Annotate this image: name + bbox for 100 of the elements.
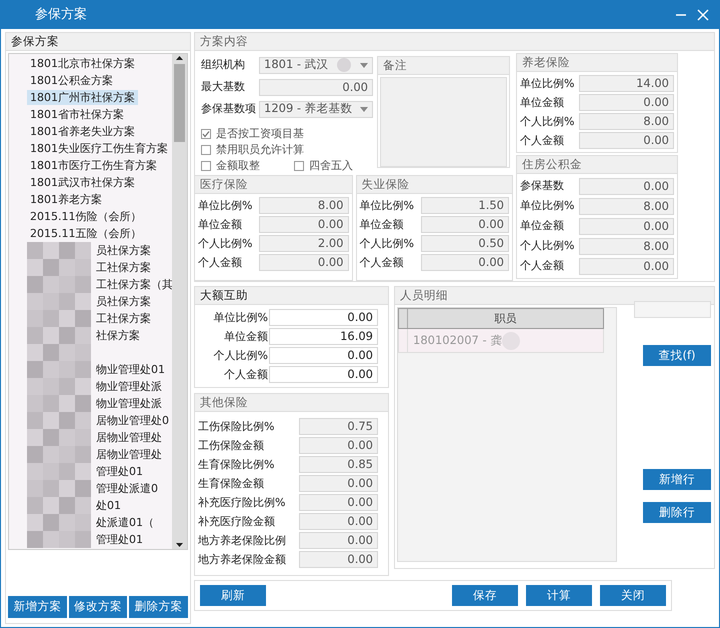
field-label: 单位比例% xyxy=(520,199,576,213)
field-label: 补充医疗险金额 xyxy=(198,514,276,528)
scrollbar[interactable] xyxy=(172,54,187,549)
list-item[interactable]: 居物业管理处0 xyxy=(93,412,172,428)
list-item[interactable]: 物业管理处派 xyxy=(93,396,165,412)
action-button[interactable]: 计算 xyxy=(526,585,592,606)
field-label: 单位金额 xyxy=(520,96,565,110)
list-item[interactable]: 1801公积金方案 xyxy=(27,72,116,88)
list-item[interactable]: 1801省市社保方案 xyxy=(27,106,127,122)
checkbox-label: 四舍五入 xyxy=(309,159,353,173)
action-button[interactable]: 刷新 xyxy=(200,585,266,606)
number-field[interactable]: 0.00 xyxy=(299,532,378,549)
number-field[interactable]: 0.00 xyxy=(269,309,378,326)
dropdown[interactable]: 1801 - 武汉 xyxy=(259,56,373,74)
field-label: 单位金额 xyxy=(360,218,404,232)
number-field[interactable]: 1.50 xyxy=(420,197,509,214)
number-field[interactable]: 0.00 xyxy=(299,551,378,568)
field-label: 个人比例% xyxy=(212,348,268,362)
number-field[interactable]: 14.00 xyxy=(579,75,674,92)
field-label: 个人金额 xyxy=(520,134,565,148)
checkbox[interactable] xyxy=(201,129,211,139)
list-item[interactable]: 社保方案 xyxy=(93,328,143,344)
action-button[interactable]: 新增行 xyxy=(643,469,711,490)
list-item[interactable]: 员社保方案 xyxy=(93,242,154,258)
checkbox[interactable] xyxy=(201,161,211,171)
action-button[interactable]: 删除方案 xyxy=(129,596,188,618)
field-label: 参保基数项 xyxy=(201,102,257,116)
checkbox[interactable] xyxy=(201,145,211,155)
number-field[interactable]: 0.00 xyxy=(269,366,378,383)
number-field[interactable]: 0.85 xyxy=(299,456,378,473)
number-field[interactable]: 0.00 xyxy=(579,132,674,149)
action-button[interactable]: 查找(f) xyxy=(643,345,711,366)
field-label: 单位比例% xyxy=(360,198,415,212)
list-item[interactable]: 管理处派遣0 xyxy=(93,480,161,496)
number-field[interactable]: 0.00 xyxy=(579,218,674,234)
number-field[interactable]: 2.00 xyxy=(259,235,348,252)
list-item[interactable]: 物业管理处01 xyxy=(93,362,168,378)
table-cell: 180102007 - 龚 xyxy=(413,334,502,348)
number-field[interactable]: 0.00 xyxy=(269,347,378,364)
search-field[interactable] xyxy=(634,301,711,318)
number-field[interactable]: 0.75 xyxy=(299,418,378,435)
number-field[interactable]: 8.00 xyxy=(579,198,674,214)
number-field[interactable]: 8.00 xyxy=(579,238,674,254)
list-item[interactable]: 1801失业医疗工伤生育方案 xyxy=(27,140,171,156)
number-field[interactable]: 0.00 xyxy=(299,494,378,511)
action-button[interactable]: 关闭 xyxy=(600,585,666,606)
blurred-area xyxy=(337,58,352,72)
caret-icon xyxy=(360,62,368,68)
list-item[interactable]: 1801省养老失业方案 xyxy=(27,124,138,140)
number-field[interactable]: 0.00 xyxy=(299,475,378,492)
action-button[interactable]: 修改方案 xyxy=(68,596,128,618)
checkbox-label: 金额取整 xyxy=(216,159,260,173)
number-field[interactable]: 0.00 xyxy=(299,513,378,530)
list-item[interactable]: 1801市医疗工伤生育方案 xyxy=(27,158,160,174)
action-button[interactable]: 新增方案 xyxy=(8,596,67,618)
number-field[interactable]: 0.00 xyxy=(579,178,674,194)
list-item[interactable]: 2015.11五险（会所） xyxy=(27,226,144,242)
list-item[interactable]: 管理处01 xyxy=(93,532,146,548)
list-item[interactable]: 2015.11伤险（会所） xyxy=(27,208,144,224)
group-title: 其他保险 xyxy=(195,394,388,412)
field-label: 个人比例% xyxy=(520,239,576,253)
list-item[interactable]: 处派遣01（ xyxy=(93,514,157,530)
scrollbar-thumb[interactable] xyxy=(174,64,185,142)
number-field[interactable]: 0.00 xyxy=(579,258,674,274)
field-label: 个人金额 xyxy=(198,256,243,270)
list-item[interactable]: 1801广州市社保方案 xyxy=(27,90,138,106)
field-label: 补充医疗险比例% xyxy=(198,496,286,510)
list-item[interactable]: 员社保方案 xyxy=(93,294,154,310)
checkbox-label: 是否按工资项目基 xyxy=(216,127,304,141)
list-item[interactable]: 管理处01 xyxy=(93,464,146,480)
field-label: 单位金额 xyxy=(223,330,268,344)
number-field[interactable]: 8.00 xyxy=(259,197,348,214)
list-item[interactable]: 居物业管理处 xyxy=(93,446,165,462)
list-item[interactable]: 工社保方案 xyxy=(93,260,154,276)
dropdown[interactable]: 1209 - 养老基数 xyxy=(259,100,373,118)
list-item[interactable]: 工社保方案 xyxy=(93,310,154,326)
number-field[interactable]: 8.00 xyxy=(579,113,674,130)
group-title: 备注 xyxy=(378,57,509,75)
number-field[interactable]: 16.09 xyxy=(269,328,378,345)
list-item[interactable]: 居物业管理处 xyxy=(93,430,165,446)
action-button[interactable]: 删除行 xyxy=(643,502,711,523)
number-field[interactable]: 0.00 xyxy=(420,254,509,271)
list-item[interactable]: 物业管理处派 xyxy=(93,378,165,394)
field-label: 个人比例% xyxy=(520,114,576,128)
number-field[interactable]: 0.00 xyxy=(259,78,373,96)
number-field[interactable]: 0.50 xyxy=(420,235,509,252)
number-field[interactable]: 0.00 xyxy=(259,216,348,233)
field-label: 个人比例% xyxy=(360,236,415,250)
number-field[interactable]: 0.00 xyxy=(420,216,509,233)
checkbox[interactable] xyxy=(294,161,304,171)
list-item[interactable]: 处01 xyxy=(93,498,124,514)
list-item[interactable]: 1801北京市社保方案 xyxy=(27,56,138,72)
number-field[interactable]: 0.00 xyxy=(299,437,378,454)
action-button[interactable]: 保存 xyxy=(452,585,518,606)
close-icon[interactable] xyxy=(695,7,711,23)
list-item[interactable]: 1801养老方案 xyxy=(27,192,105,208)
number-field[interactable]: 0.00 xyxy=(259,254,348,271)
list-item[interactable]: 1801武汉市社保方案 xyxy=(27,174,138,190)
number-field[interactable]: 0.00 xyxy=(579,94,674,111)
notes-field[interactable] xyxy=(380,77,507,167)
